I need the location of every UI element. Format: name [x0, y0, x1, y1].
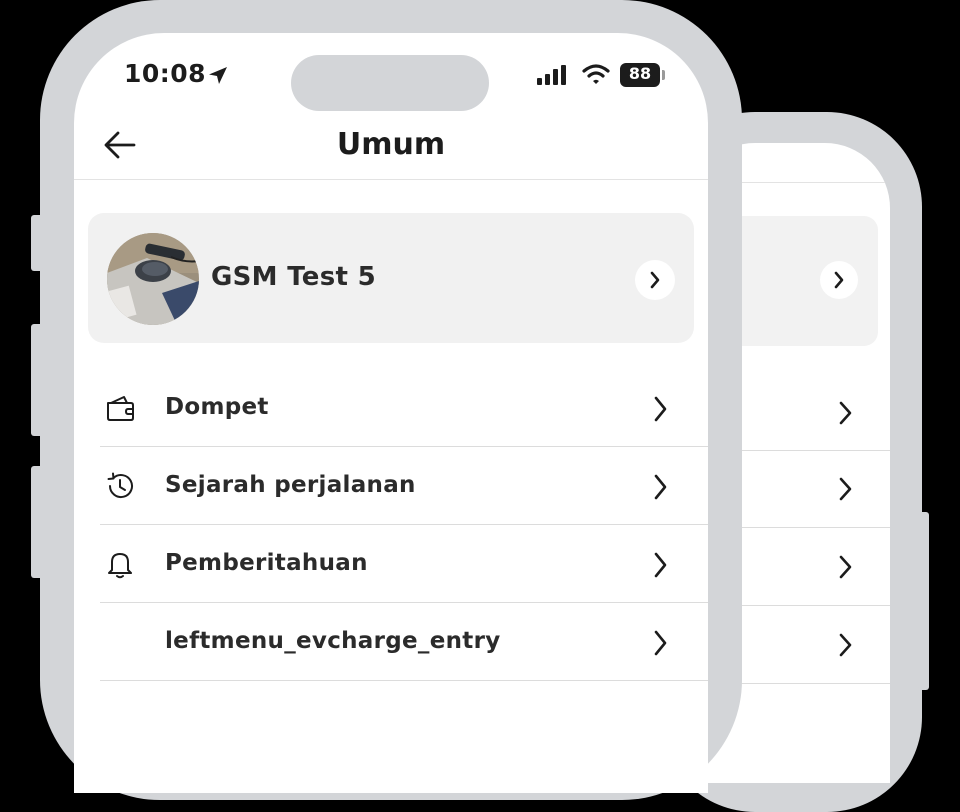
avatar — [107, 233, 199, 325]
chevron-right-icon — [834, 271, 844, 289]
chevron-right-icon — [654, 552, 667, 578]
menu-label-dompet: Dompet — [165, 394, 269, 420]
wifi-icon — [582, 64, 610, 84]
dynamic-island — [291, 55, 489, 111]
side-button-3 — [31, 466, 43, 578]
profile-card[interactable]: GSM Test 5 — [88, 213, 694, 343]
header-divider — [74, 179, 708, 180]
menu-label-evcharge: leftmenu_evcharge_entry — [165, 628, 501, 654]
chevron-right-icon — [654, 474, 667, 500]
chevron-right-icon — [839, 555, 852, 579]
menu-label-sejarah-perjalanan: Sejarah perjalanan — [165, 472, 416, 498]
chevron-right-icon — [839, 633, 852, 657]
front-phone-screen: 10:08 88 Umum GSM Test 5 Dompet Sejarah … — [74, 33, 708, 793]
battery-level: 88 — [628, 64, 652, 83]
chevron-right-icon — [839, 401, 852, 425]
page-title: Umum — [336, 127, 446, 162]
chevron-right-icon — [654, 630, 667, 656]
battery-cap — [662, 70, 665, 80]
chevron-right-icon — [654, 396, 667, 422]
row-divider — [100, 680, 708, 681]
wallet-icon — [104, 392, 136, 424]
bell-icon — [104, 548, 136, 580]
profile-name: GSM Test 5 — [211, 262, 376, 292]
side-button-2 — [31, 324, 43, 436]
history-icon — [104, 470, 136, 502]
chevron-right-icon — [650, 271, 660, 289]
chevron-right-icon — [839, 477, 852, 501]
menu-label-pemberitahuan: Pemberitahuan — [165, 550, 368, 576]
cellular-signal-icon — [537, 65, 566, 85]
side-button-1 — [31, 215, 43, 271]
back-phone-side-button — [918, 512, 929, 690]
avatar-photo — [107, 233, 199, 325]
profile-chevron-button[interactable] — [635, 260, 675, 300]
location-arrow-icon — [209, 67, 227, 84]
battery-indicator: 88 — [620, 63, 660, 87]
status-time: 10:08 — [124, 59, 207, 88]
back-profile-chevron-button[interactable] — [820, 261, 858, 299]
